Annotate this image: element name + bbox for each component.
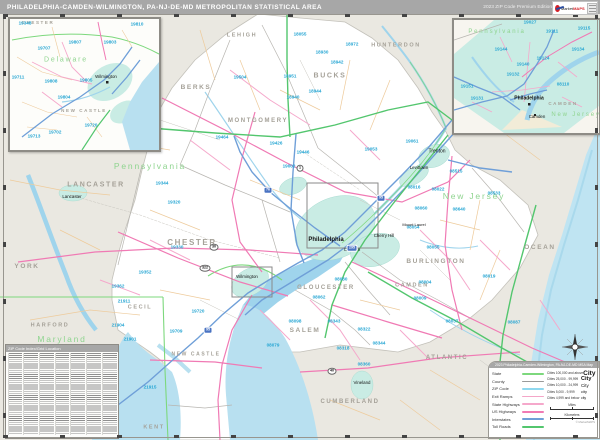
legend-city-label: Cities 4,999 and below <box>547 395 580 400</box>
legend-city-label: Cities 25,000 - 99,999 <box>547 377 579 382</box>
legend-line-label: State <box>492 371 502 377</box>
zip-index-column <box>54 353 70 435</box>
legend-line-label: County <box>492 378 505 384</box>
legend-city-row: Cities 4,999 and below city <box>547 395 597 401</box>
legend-line-row: County <box>492 378 544 386</box>
edition-label: 2023 ZIP Code Premium Edition <box>483 4 552 10</box>
map-page: PHILADELPHIA-CAMDEN-WILMINGTON, PA-NJ-DE… <box>0 0 600 440</box>
legend-line-sample <box>522 380 544 382</box>
zip-code-index-panel: ZIP Code Index/Grid Location <box>5 344 119 439</box>
legend-city-sample: city <box>581 395 587 400</box>
legend-city-label: Cities 5,000 - 9,999 <box>547 389 575 394</box>
legend-city-sample: City <box>581 376 592 383</box>
legend-line-label: Interstates <box>492 416 511 422</box>
map-title: PHILADELPHIA-CAMDEN-WILMINGTON, PA-NJ-DE… <box>7 3 322 11</box>
publisher-logo: Market MAPS <box>552 1 598 15</box>
legend-line-label: US Highways <box>492 409 517 415</box>
wilmington-inset-map <box>8 17 161 152</box>
legend-line-sample <box>522 388 544 390</box>
legend-right-column: Cities 100,000 and above City Cities 25,00… <box>544 370 597 431</box>
legend-line-label: Exit Ramps <box>492 394 513 400</box>
legend-line-row: State Highways <box>492 400 544 408</box>
zip-index-column <box>101 353 117 435</box>
legend-line-sample <box>522 418 544 421</box>
logo-sub-panel <box>586 2 597 14</box>
legend-line-items: State County ZIP Code Exit Ramps State Highw… <box>492 370 544 431</box>
zip-index-column <box>7 353 23 435</box>
legend-line-sample <box>522 403 544 405</box>
zip-index-column <box>70 353 86 435</box>
legend-line-label: State Highways <box>492 401 520 407</box>
title-bar: PHILADELPHIA-CAMDEN-WILMINGTON, PA-NJ-DE… <box>0 0 600 14</box>
legend-line-row: Toll Roads <box>492 423 544 431</box>
legend-line-row: Exit Ramps <box>492 393 544 401</box>
logo-mark-icon <box>555 4 560 12</box>
legend-city-classes: Cities 100,000 and above City Cities 25,00… <box>547 370 597 401</box>
legend-title: 2023 Philadelphia-Camden-Wilmington, PA-… <box>489 362 599 368</box>
legend-line-label: ZIP Code <box>492 386 509 392</box>
legend-line-sample <box>522 372 544 376</box>
scale-bar: Kilometers <box>547 413 597 420</box>
legend-city-sample: city <box>581 389 587 395</box>
legend-city-sample: City <box>581 382 589 388</box>
zip-index-column <box>23 353 38 435</box>
zip-index-title: ZIP Code Index/Grid Location <box>6 345 118 352</box>
philadelphia-inset-map <box>452 18 600 135</box>
legend-line-row: State <box>492 370 544 378</box>
logo-brand-text-2: MAPS <box>573 5 585 11</box>
wilmington-inset-artwork <box>10 19 159 150</box>
zip-index-columns <box>7 353 117 435</box>
legend-scale-bars: Miles Kilometers <box>547 403 597 420</box>
scale-bar-line <box>550 407 594 411</box>
legend-line-row: US Highways <box>492 408 544 416</box>
legend-line-label: Toll Roads <box>492 424 511 430</box>
legend-line-sample <box>522 425 544 429</box>
legend-line-row: ZIP Code <box>492 385 544 393</box>
legend-line-sample <box>522 396 544 397</box>
scale-bar: Miles <box>547 403 597 411</box>
legend-line-sample <box>522 410 544 413</box>
zip-index-column <box>86 353 101 435</box>
legend-line-row: Interstates <box>492 416 544 424</box>
zip-index-column <box>38 353 54 435</box>
legend-panel: 2023 Philadelphia-Camden-Wilmington, PA-… <box>488 361 600 439</box>
philadelphia-inset-artwork <box>454 20 599 133</box>
scale-bar-line <box>550 416 594 420</box>
legend-city-label: Cities 10,000 - 24,999 <box>547 383 579 388</box>
legend-city-label: Cities 100,000 and above <box>547 371 584 376</box>
legend-credit: © MarketMAPS <box>575 419 595 424</box>
